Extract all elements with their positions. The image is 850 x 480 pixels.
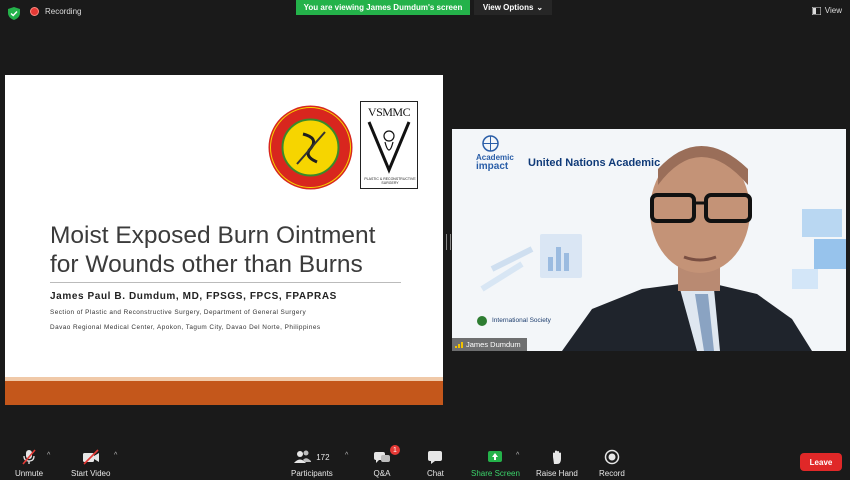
view-button[interactable]: View — [811, 6, 842, 15]
participants-label: Participants — [291, 469, 333, 478]
shared-screen-slide: VSMMC PLASTIC & RECONSTRUCTIVE SURGERY M… — [5, 75, 443, 405]
qa-label: Q&A — [373, 469, 391, 478]
participants-icon — [294, 450, 312, 463]
view-label: View — [824, 6, 842, 15]
participants-icon-row: 172 — [294, 449, 330, 469]
share-options-caret-icon[interactable]: ^ — [516, 452, 519, 459]
view-options-button[interactable]: View Options ⌄ — [474, 0, 552, 15]
start-video-button[interactable]: Start Video — [71, 449, 110, 478]
slide-affiliation-2: Davao Regional Medical Center, Apokon, T… — [50, 324, 321, 331]
participant-video-tile[interactable]: Academic impact United Nations Academic … — [452, 129, 846, 351]
participant-name: James Dumdum — [466, 340, 521, 349]
qa-button[interactable]: Q&A — [373, 449, 391, 478]
connection-signal-icon — [455, 342, 463, 348]
share-screen-button[interactable]: Share Screen — [471, 449, 520, 478]
leave-button[interactable]: Leave — [800, 453, 842, 471]
record-icon — [604, 449, 620, 465]
background-footer-text: International Society — [492, 317, 551, 324]
record-dot-icon — [30, 7, 39, 16]
society-logo-icon — [477, 316, 487, 326]
record-button[interactable]: Record — [599, 449, 625, 478]
start-video-label: Start Video — [71, 469, 111, 478]
qa-bubbles-icon — [374, 452, 390, 463]
meeting-toolbar — [0, 440, 850, 480]
qa-notification-badge: 1 — [390, 445, 400, 455]
shield-check-icon[interactable] — [8, 7, 20, 20]
vsmmc-emblem — [367, 121, 411, 174]
recording-indicator[interactable]: Recording — [30, 7, 81, 16]
video-camera-off-icon — [82, 449, 99, 465]
chat-button[interactable]: Chat — [427, 449, 444, 478]
video-options-caret-icon[interactable]: ^ — [114, 452, 117, 459]
share-screen-icon — [488, 451, 503, 462]
chevron-down-icon: ⌄ — [536, 3, 544, 12]
unmute-button[interactable]: Unmute — [15, 449, 43, 478]
slide-title-line2: for Wounds other than Burns — [50, 251, 363, 278]
microphone-muted-icon — [22, 449, 36, 465]
chat-bubble-icon — [428, 451, 443, 464]
view-options-label: View Options — [482, 3, 534, 12]
chat-label: Chat — [427, 469, 444, 478]
raise-hand-label: Raise Hand — [536, 469, 578, 478]
slide-divider-line — [50, 282, 401, 283]
audio-options-caret-icon[interactable]: ^ — [47, 452, 50, 459]
slide-affiliation-1: Section of Plastic and Reconstructive Su… — [50, 309, 307, 316]
slide-footer-band — [5, 381, 443, 405]
unmute-label: Unmute — [15, 469, 44, 478]
participants-options-caret-icon[interactable]: ^ — [345, 452, 348, 459]
participants-button[interactable]: 172 Participants — [291, 449, 333, 478]
recording-label: Recording — [45, 7, 82, 16]
participants-count: 172 — [316, 452, 330, 462]
grid-view-icon — [811, 6, 821, 15]
share-screen-label: Share Screen — [471, 469, 520, 478]
slide-author: James Paul B. Dumdum, MD, FPSGS, FPCS, F… — [50, 291, 337, 302]
record-label: Record — [599, 469, 625, 478]
split-resize-handle[interactable] — [446, 234, 451, 250]
slide-title-line1: Moist Exposed Burn Ointment — [50, 222, 376, 249]
viewing-banner: You are viewing James Dumdum's screen — [296, 0, 470, 15]
department-of-surgery-logo — [268, 105, 353, 190]
slide-title: Moist Exposed Burn Ointment for Wounds o… — [50, 221, 375, 279]
vsmmc-subtitle: PLASTIC & RECONSTRUCTIVE SURGERY — [364, 177, 416, 185]
vsmmc-logo: VSMMC PLASTIC & RECONSTRUCTIVE SURGERY — [360, 101, 418, 189]
raise-hand-icon — [552, 450, 561, 464]
raise-hand-button[interactable]: Raise Hand — [536, 449, 578, 478]
